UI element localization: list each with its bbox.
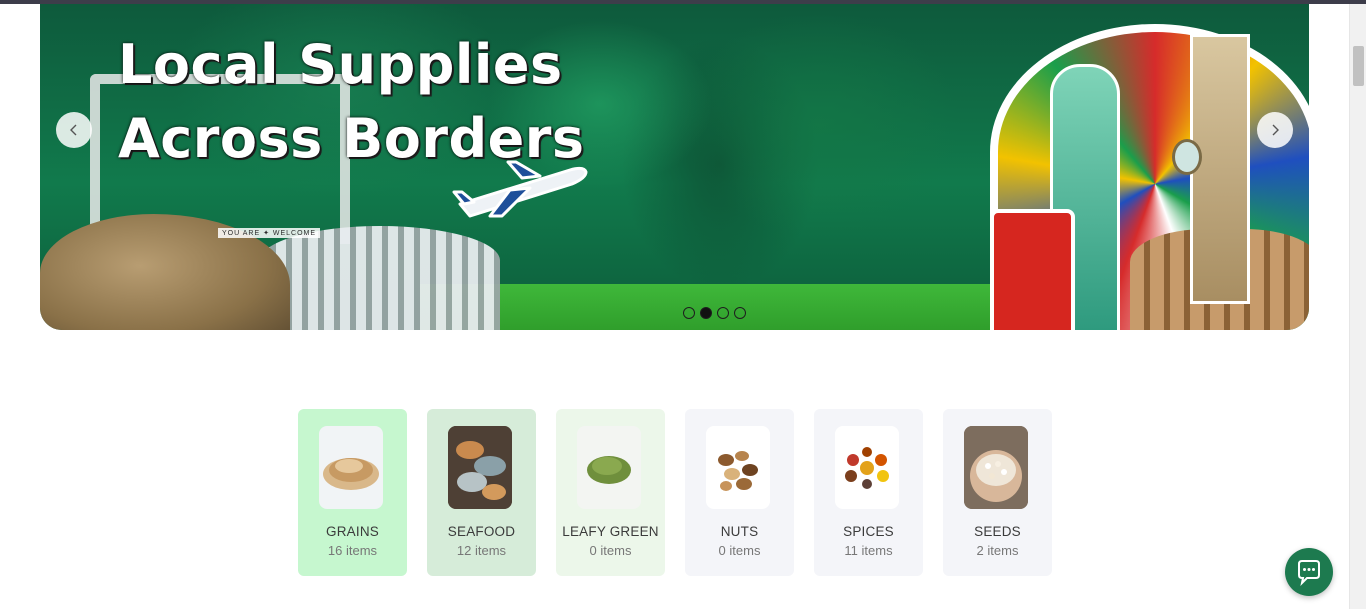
- carousel-dot-3[interactable]: [717, 307, 729, 319]
- category-label: SEAFOOD: [447, 524, 516, 539]
- category-count: 0 items: [718, 543, 761, 558]
- category-list: GRAINS 16 items SEAFOOD 12 items LEAFY G…: [298, 409, 1052, 576]
- chat-bubble-icon: [1298, 560, 1320, 586]
- category-count: 2 items: [976, 543, 1019, 558]
- chat-button[interactable]: [1285, 548, 1333, 596]
- hero-title-line1: Local Supplies: [118, 33, 563, 96]
- chevron-left-icon: [70, 124, 77, 136]
- spices-image: [835, 426, 899, 509]
- category-label: SPICES: [843, 524, 894, 539]
- airplane-icon: [452, 160, 588, 218]
- category-count: 12 items: [456, 543, 507, 558]
- hero-stadium: [260, 226, 500, 330]
- hero-clock-face: [1172, 139, 1202, 175]
- category-card-nuts[interactable]: NUTS 0 items: [685, 409, 794, 576]
- category-label: LEAFY GREEN: [562, 524, 659, 539]
- seafood-image: [448, 426, 512, 509]
- hero-phone-booth: [990, 209, 1075, 330]
- category-card-seeds[interactable]: SEEDS 2 items: [943, 409, 1052, 576]
- carousel-next-button[interactable]: [1257, 112, 1293, 148]
- category-count: 0 items: [589, 543, 632, 558]
- carousel-dot-1[interactable]: [683, 307, 695, 319]
- category-card-grains[interactable]: GRAINS 16 items: [298, 409, 407, 576]
- leafy-green-image: [577, 426, 641, 509]
- category-label: GRAINS: [326, 524, 379, 539]
- carousel-dots: [683, 307, 746, 319]
- seeds-image: [964, 426, 1028, 509]
- hero-gate-sign: YOU ARE ✦ WELCOME: [218, 228, 321, 238]
- hero-banner: YOU ARE ✦ WELCOME Local Supplies Across …: [40, 4, 1309, 330]
- category-count: 11 items: [844, 543, 893, 558]
- carousel-dot-2[interactable]: [700, 307, 712, 319]
- category-label: NUTS: [720, 524, 759, 539]
- category-count: 16 items: [327, 543, 378, 558]
- category-card-leafy-green[interactable]: LEAFY GREEN 0 items: [556, 409, 665, 576]
- grains-image: [319, 426, 383, 509]
- scrollbar-thumb[interactable]: [1353, 46, 1364, 86]
- carousel-dot-4[interactable]: [734, 307, 746, 319]
- hero-clock-tower: [1190, 34, 1250, 304]
- page-scrollbar[interactable]: [1349, 4, 1366, 609]
- category-card-spices[interactable]: SPICES 11 items: [814, 409, 923, 576]
- chevron-right-icon: [1272, 124, 1279, 136]
- carousel-prev-button[interactable]: [56, 112, 92, 148]
- category-label: SEEDS: [974, 524, 1021, 539]
- nuts-image: [706, 426, 770, 509]
- category-card-seafood[interactable]: SEAFOOD 12 items: [427, 409, 536, 576]
